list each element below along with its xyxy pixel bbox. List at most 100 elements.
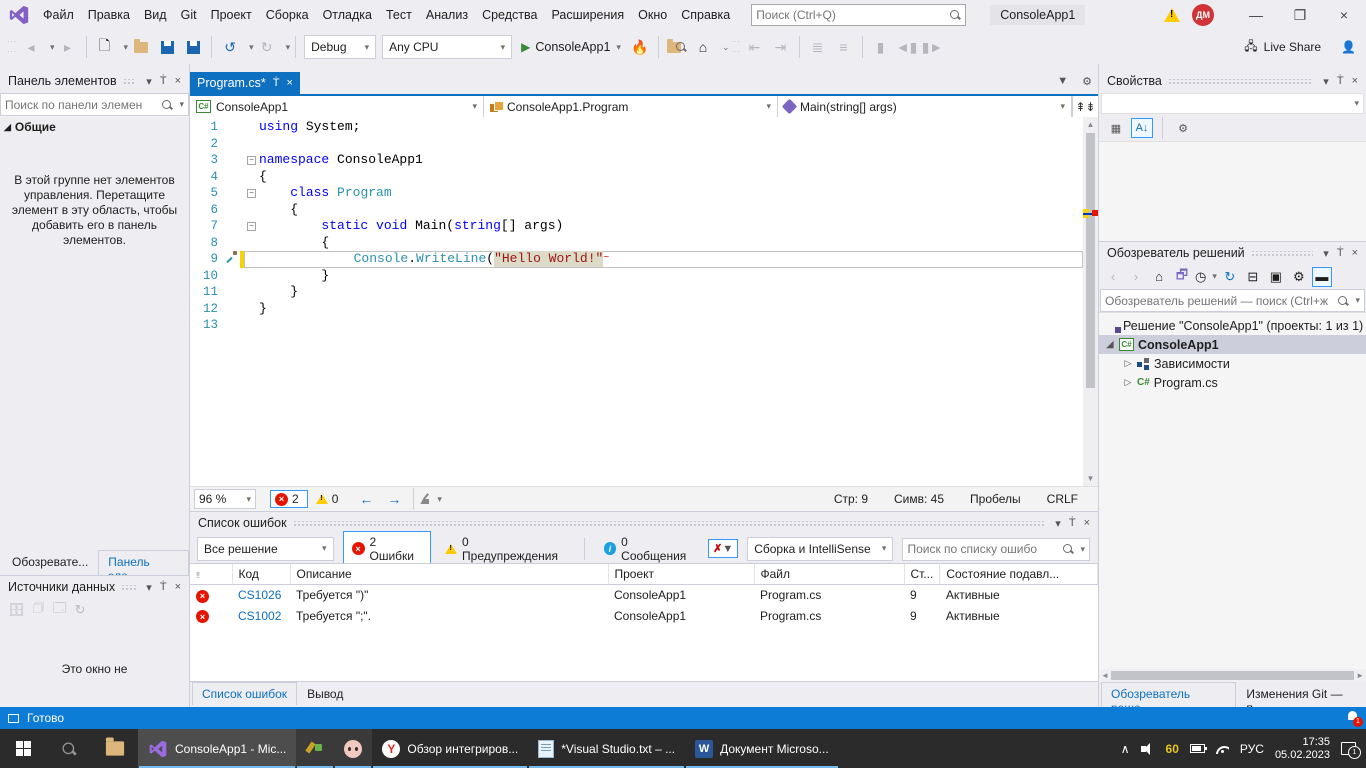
code-line-6[interactable]: 6 { — [190, 202, 1083, 219]
pin-icon[interactable]: Ṫ — [1333, 75, 1348, 87]
code-line-12[interactable]: 12} — [190, 301, 1083, 318]
line-indicator[interactable]: Стр: 9 — [834, 492, 868, 506]
menu-отладка[interactable]: Отладка — [316, 4, 379, 26]
uncomment-icon[interactable]: ≡ — [832, 35, 856, 59]
user-avatar[interactable]: ДМ — [1192, 4, 1214, 26]
tab-error-list[interactable]: Список ошибок — [192, 682, 297, 705]
language-indicator[interactable]: РУС — [1240, 742, 1264, 756]
add-data-source-icon[interactable]: 🗄 — [8, 602, 25, 618]
tree-item[interactable]: ◢C#ConsoleApp1 — [1099, 335, 1366, 354]
menu-файл[interactable]: Файл — [36, 4, 81, 26]
next-bookmark-icon[interactable]: ▮► — [921, 35, 945, 59]
action-center-icon[interactable] — [1341, 742, 1356, 755]
configure-data-source-icon[interactable]: 🗔 — [53, 599, 67, 621]
redo-icon[interactable]: ↻ — [255, 35, 279, 59]
code-line-13[interactable]: 13 — [190, 317, 1083, 334]
expanded-arrow-icon[interactable]: ◢ — [1105, 339, 1115, 350]
toolbox-search-input[interactable] — [5, 98, 161, 112]
chevron-down-icon[interactable]: ▾ — [1319, 75, 1333, 88]
messages-filter-button[interactable]: i 0 Сообщения — [596, 532, 703, 566]
toolbar-grip[interactable]: ⋮⋮ — [734, 37, 738, 57]
file-explorer-button[interactable] — [92, 729, 138, 768]
taskbar-task-yandex-browser[interactable]: YОбзор интегриров... — [372, 729, 528, 768]
chevron-down-icon[interactable]: ▾ — [249, 42, 254, 53]
pin-icon[interactable]: Ṫ — [156, 581, 171, 593]
save-all-icon[interactable] — [181, 35, 205, 59]
close-icon[interactable]: × — [287, 77, 293, 89]
refresh-icon[interactable]: ↻ — [1220, 267, 1240, 287]
eol-indicator[interactable]: CRLF — [1047, 492, 1078, 506]
tab-output[interactable]: Вывод — [297, 682, 353, 706]
menu-git[interactable]: Git — [174, 4, 204, 26]
overflow-icon[interactable]: ⌄ — [722, 42, 730, 53]
navigate-forward-icon[interactable]: ▸ — [56, 35, 80, 59]
chevron-down-icon[interactable]: ▾ — [286, 42, 291, 53]
live-share-label[interactable]: Live Share — [1264, 40, 1321, 54]
close-icon[interactable]: × — [171, 75, 185, 87]
taskbar-task-isaac-game[interactable] — [334, 729, 372, 768]
next-issue-icon[interactable]: → — [387, 491, 401, 507]
menu-анализ[interactable]: Анализ — [419, 4, 475, 26]
code-cleanup-icon[interactable] — [419, 493, 431, 505]
clock[interactable]: 17:35 05.02.2023 — [1275, 736, 1330, 762]
chevron-down-icon[interactable]: ▾ — [1051, 517, 1065, 530]
indent-decrease-icon[interactable]: ⇤ — [743, 35, 767, 59]
minimize-button[interactable]: — — [1234, 1, 1278, 29]
code-line-11[interactable]: 11 } — [190, 284, 1083, 301]
editor-warnings-button[interactable]: 0 — [316, 492, 339, 506]
speaker-icon[interactable] — [1141, 743, 1155, 755]
toolbar-grip[interactable]: ⋮⋮ — [10, 37, 14, 57]
wrench-icon[interactable]: ⚙ — [1172, 118, 1194, 138]
navbar-type-dropdown[interactable]: ConsoleApp1.Program▾ — [484, 96, 778, 117]
prev-bookmark-icon[interactable]: ◄▮ — [895, 35, 919, 59]
navigate-back-icon[interactable]: ◂ — [19, 35, 43, 59]
error-row[interactable]: ×CS1026Требуется ")"ConsoleApp1Program.c… — [190, 585, 1098, 606]
fold-collapse-icon[interactable]: − — [244, 156, 259, 165]
solution-horizontal-scrollbar[interactable]: ◄ ► — [1099, 669, 1366, 682]
collapsed-arrow-icon[interactable]: ▷ — [1123, 377, 1133, 388]
code-line-4[interactable]: 4{ — [190, 169, 1083, 186]
comment-icon[interactable]: ≣ — [806, 35, 830, 59]
code-line-2[interactable]: 2 — [190, 136, 1083, 153]
save-icon[interactable] — [155, 35, 179, 59]
tray-expand-icon[interactable]: ∧ — [1121, 742, 1130, 756]
errors-filter-button[interactable]: × 2 Ошибки — [343, 531, 432, 567]
show-all-files-icon[interactable]: ▬ — [1312, 267, 1332, 287]
configuration-dropdown[interactable]: Debug▾ — [304, 35, 376, 59]
refresh-icon[interactable]: ↻ — [75, 602, 86, 618]
edit-data-source-icon[interactable]: 🗇 — [33, 599, 45, 621]
pin-icon[interactable]: Ṫ — [156, 75, 171, 87]
navbar-member-dropdown[interactable]: Main(string[] args)▾ — [778, 96, 1072, 117]
chevron-down-icon[interactable]: ▾ — [1319, 247, 1333, 260]
copy-view-icon[interactable]: ▣ — [1266, 267, 1286, 287]
taskbar-search-button[interactable] — [46, 729, 92, 768]
pin-icon[interactable]: Ṫ — [1065, 517, 1080, 529]
tree-item[interactable]: Решение "ConsoleApp1" (проекты: 1 из 1) — [1099, 316, 1366, 335]
alphabetical-sort-icon[interactable]: A↓ — [1131, 118, 1153, 138]
menu-расширения[interactable]: Расширения — [544, 4, 631, 26]
bookmark-icon[interactable]: ▮ — [869, 35, 893, 59]
sync-with-active-document-icon[interactable]: 🗗 — [1172, 267, 1192, 287]
tree-item[interactable]: ▷C#Program.cs — [1099, 373, 1366, 392]
feedback-person-icon[interactable]: 👤 — [1341, 40, 1356, 54]
pending-changes-icon[interactable]: ◷▾ — [1195, 267, 1217, 287]
taskbar-task-notepad[interactable]: *Visual Studio.txt – ... — [528, 729, 685, 768]
taskbar-task-word[interactable]: WДокумент Microso... — [685, 729, 839, 768]
taskbar-task-visual-studio[interactable]: ConsoleApp1 - Mic... — [138, 729, 296, 768]
chevron-down-icon[interactable]: ▾ — [124, 42, 129, 53]
menu-справка[interactable]: Справка — [674, 4, 737, 26]
menu-вид[interactable]: Вид — [137, 4, 174, 26]
start-debugging-button[interactable]: ▶ ConsoleApp1 ▾ — [515, 35, 627, 59]
back-icon[interactable]: ‹ — [1103, 267, 1123, 287]
background-tasks-icon[interactable] — [8, 714, 19, 723]
error-search-input[interactable] — [907, 542, 1062, 556]
toolbox-search-box[interactable]: ▾ — [0, 93, 189, 116]
battery-icon[interactable] — [1190, 744, 1205, 753]
tab-program-cs[interactable]: Program.cs* Ṫ × — [190, 72, 300, 94]
quick-actions-screwdriver-icon[interactable] — [226, 251, 240, 268]
indent-increase-icon[interactable]: ⇥ — [769, 35, 793, 59]
gear-icon[interactable]: ⚙ — [1082, 75, 1092, 88]
open-file-icon[interactable] — [129, 35, 153, 59]
undo-icon[interactable]: ↺ — [218, 35, 242, 59]
code-editor[interactable]: 1using System;23−namespace ConsoleApp14{… — [190, 117, 1083, 486]
